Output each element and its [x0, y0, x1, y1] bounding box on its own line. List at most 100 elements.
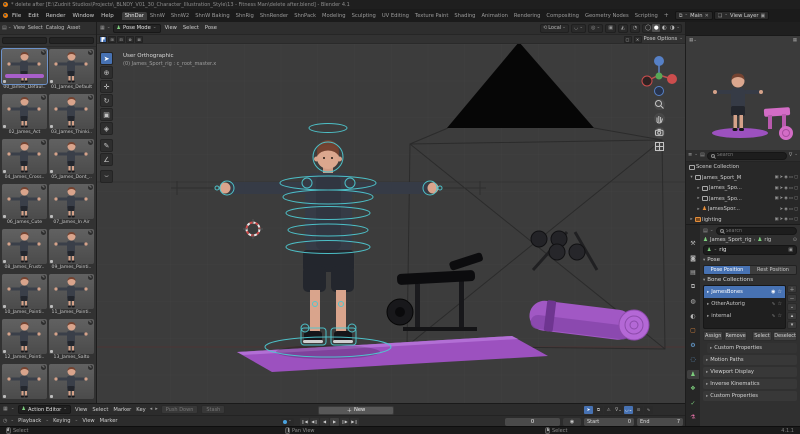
- outliner-search-input[interactable]: [717, 153, 783, 158]
- asset-item[interactable]: 12_James_Pointi..: [2, 319, 47, 363]
- timeline-menu-playback[interactable]: Playback: [17, 418, 42, 424]
- viewport-disable-icon[interactable]: ▭: [789, 217, 793, 222]
- fake-user-shield-icon[interactable]: ▣: [788, 248, 793, 253]
- asset-item[interactable]: 11_James_Pointi..: [49, 274, 94, 318]
- outliner-row-lighting[interactable]: ▸ lighting ▣➤◉▭▢: [686, 215, 800, 226]
- auto-keying-button[interactable]: ◉: [563, 418, 581, 426]
- menu-window[interactable]: Window: [69, 13, 97, 19]
- asset-thumbnail[interactable]: [49, 364, 94, 399]
- workspace-tab[interactable]: Scripting: [632, 12, 661, 20]
- visibility-eye-icon[interactable]: ∿: [771, 301, 775, 307]
- tab-bone[interactable]: ❖: [687, 384, 699, 393]
- workspace-tab[interactable]: ShnW2: [168, 12, 192, 20]
- select-box-tool[interactable]: ➤: [100, 52, 113, 65]
- display-mode-icon[interactable]: ≣: [688, 153, 692, 158]
- checkbox-icon[interactable]: ▣: [774, 186, 778, 191]
- blender-menu-icon[interactable]: [3, 13, 8, 18]
- asset-thumbnail[interactable]: [49, 184, 94, 219]
- push-down-button[interactable]: Push Down: [161, 405, 199, 414]
- tab-object[interactable]: ▢: [687, 326, 699, 335]
- new-view-layer-icon[interactable]: ▣: [760, 13, 765, 19]
- filter-funnel-icon[interactable]: ∇⌄: [614, 406, 623, 414]
- dopesheet-menu-marker[interactable]: Marker: [112, 407, 132, 413]
- dopesheet-menu-view[interactable]: View: [74, 407, 88, 413]
- tab-object-data[interactable]: ♟: [687, 370, 699, 379]
- navigation-gizmo[interactable]: [641, 54, 677, 96]
- asset-item[interactable]: 08_James_Frustr..: [2, 229, 47, 273]
- workspace-tab[interactable]: Modeling: [319, 12, 349, 20]
- snap-magnet-button[interactable]: ◡⌄: [571, 24, 586, 33]
- bone-collection-row[interactable]: ▸ OtherAutorig ∿ ☆: [704, 298, 785, 310]
- asset-thumbnail[interactable]: [49, 139, 94, 174]
- outliner-row-child-collection[interactable]: ▸ James_Spo... ▣➤◉▭▢: [686, 194, 800, 205]
- move-up-button[interactable]: ▴: [787, 312, 797, 320]
- remove-collection-button[interactable]: －: [787, 294, 797, 302]
- asset-thumbnail[interactable]: [2, 184, 47, 219]
- tab-scene[interactable]: ◍: [687, 297, 699, 306]
- tab-material[interactable]: ⚗: [687, 413, 699, 422]
- tab-bone-constraints[interactable]: ✓: [687, 399, 699, 408]
- asset-item[interactable]: 10_James_Pointi..: [2, 274, 47, 318]
- selectable-icon[interactable]: ➤: [780, 175, 784, 180]
- asset-thumbnail[interactable]: [2, 49, 47, 84]
- visibility-eye-icon[interactable]: ◉: [771, 289, 775, 295]
- workspace-tab[interactable]: ShnRig: [233, 12, 257, 20]
- select-mode-subtract-icon[interactable]: ⊟: [117, 36, 125, 43]
- workspace-tab[interactable]: UV Editing: [379, 12, 412, 20]
- asset-item[interactable]: 02_James_Act: [2, 94, 47, 138]
- visibility-eye-icon[interactable]: ∿: [771, 313, 775, 319]
- asset-menu-select[interactable]: Select: [27, 26, 44, 31]
- filter-funnel-icon[interactable]: ∇: [789, 153, 792, 158]
- viewport-disable-icon[interactable]: ▭: [789, 175, 793, 180]
- pose-section-header[interactable]: ▾Pose: [703, 257, 797, 263]
- hide-eye-icon[interactable]: ◉: [784, 186, 788, 191]
- preview-editor-icon[interactable]: ▦⌄: [689, 38, 697, 43]
- asset-thumbnail[interactable]: [2, 94, 47, 129]
- asset-menu-view[interactable]: View: [13, 26, 26, 31]
- asset-item[interactable]: 07_James_In Air: [49, 184, 94, 228]
- frame-start-field[interactable]: Start0: [584, 418, 634, 426]
- outliner-search[interactable]: [707, 152, 787, 160]
- bone-collection-row[interactable]: ▸ JamesBones ◉ ☆: [704, 286, 785, 298]
- dopesheet-menu-select[interactable]: Select: [91, 407, 109, 413]
- viewport-menu-view[interactable]: View: [163, 25, 179, 31]
- asset-search-input[interactable]: [49, 37, 94, 44]
- asset-item[interactable]: 00_James_Defaul..: [2, 49, 47, 93]
- viewport-menu-select[interactable]: Select: [181, 25, 201, 31]
- rendered-shading-icon[interactable]: ◑: [668, 24, 676, 32]
- workspace-tab[interactable]: ShnPack: [291, 12, 319, 20]
- asset-thumbnail[interactable]: [49, 319, 94, 354]
- menu-file[interactable]: File: [9, 13, 24, 19]
- selectable-icon[interactable]: ➤: [780, 217, 784, 222]
- editor-type-icon[interactable]: ▦: [100, 26, 105, 31]
- viewport-menu-pose[interactable]: Pose: [203, 25, 219, 31]
- material-shading-icon[interactable]: ◐: [660, 24, 668, 32]
- pose-position-button[interactable]: Pose Position: [704, 266, 750, 274]
- preview-options-icon[interactable]: ▦: [793, 38, 797, 43]
- solo-star-icon[interactable]: ☆: [778, 289, 782, 295]
- outliner-row-child-collection[interactable]: ▸ James_Spo... ▣➤◉▭▢: [686, 183, 800, 194]
- select-button[interactable]: Select: [752, 331, 772, 341]
- annotate-tool[interactable]: ✎: [100, 139, 113, 152]
- checkbox-icon[interactable]: ▣: [774, 217, 778, 222]
- asset-thumbnail[interactable]: [49, 94, 94, 129]
- asset-thumbnail[interactable]: [49, 229, 94, 264]
- select-mode-invert-icon[interactable]: ⊗: [126, 36, 134, 43]
- timeline-menu-keying[interactable]: Keying: [52, 418, 71, 424]
- asset-thumbnail[interactable]: [2, 274, 47, 309]
- hidden-filter-icon[interactable]: ⧉: [594, 406, 603, 414]
- breadcrumb-data[interactable]: rig: [764, 237, 771, 243]
- errors-filter-icon[interactable]: ⚠: [604, 406, 613, 414]
- tab-physics[interactable]: ◌: [687, 355, 699, 364]
- properties-search[interactable]: [716, 227, 797, 235]
- move-down-button[interactable]: ▾: [787, 321, 797, 329]
- bone-collections-section-header[interactable]: ▾Bone Collections: [703, 277, 797, 283]
- editor-type-icon[interactable]: ▤: [2, 26, 7, 31]
- jump-to-start-button[interactable]: ❙◀: [300, 418, 309, 426]
- select-mode-intersect-icon[interactable]: ⊠: [135, 36, 143, 43]
- timeline-menu-marker[interactable]: Marker: [99, 418, 119, 424]
- pin-icon[interactable]: ⊙: [793, 238, 797, 243]
- unlink-scene-icon[interactable]: ✕: [705, 13, 709, 19]
- asset-thumbnail[interactable]: [49, 49, 94, 84]
- mirror-x-icon[interactable]: ▢: [624, 36, 632, 43]
